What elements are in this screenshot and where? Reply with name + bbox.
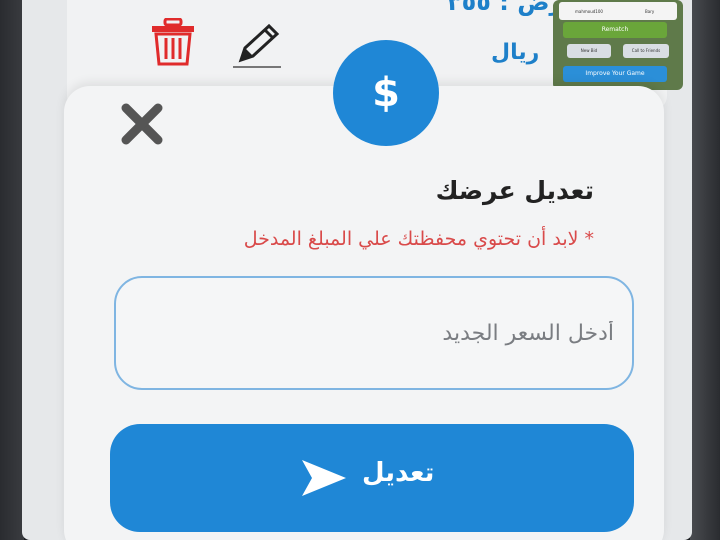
trash-icon[interactable] [151,18,195,66]
submit-edit-label: تعديل [362,458,435,488]
device-bezel-left [0,0,24,540]
new-price-input[interactable] [114,276,634,390]
wallet-warning: * لابد أن تحتوي محفظتك علي المبلغ المدخل [243,228,594,250]
thumbnail-improve: Improve Your Game [563,66,667,82]
close-icon[interactable] [118,100,166,148]
thumbnail-option-left: New Bid [567,44,611,58]
app-screen: العرض : ٣٥٥ ريال mahmoud100 Bary Rematch… [22,0,692,540]
game-thumbnail[interactable]: mahmoud100 Bary Rematch New Bid Call to … [553,0,683,90]
dollar-icon: $ [333,40,439,146]
thumbnail-player-right: Bary [645,9,655,14]
send-icon [302,460,346,496]
pencil-underline [233,66,281,68]
thumbnail-header: mahmoud100 Bary [559,2,677,20]
thumbnail-player-left: mahmoud100 [575,9,603,14]
submit-edit-button[interactable]: تعديل [110,424,634,532]
device-bezel-right [690,0,720,540]
currency-label: ريال [491,40,540,65]
pencil-icon[interactable] [235,22,285,66]
thumbnail-option-right: Call to Friends [623,44,669,58]
thumbnail-rematch: Rematch [563,22,667,38]
dollar-symbol: $ [372,70,400,116]
modal-title: تعديل عرضك [435,176,594,205]
